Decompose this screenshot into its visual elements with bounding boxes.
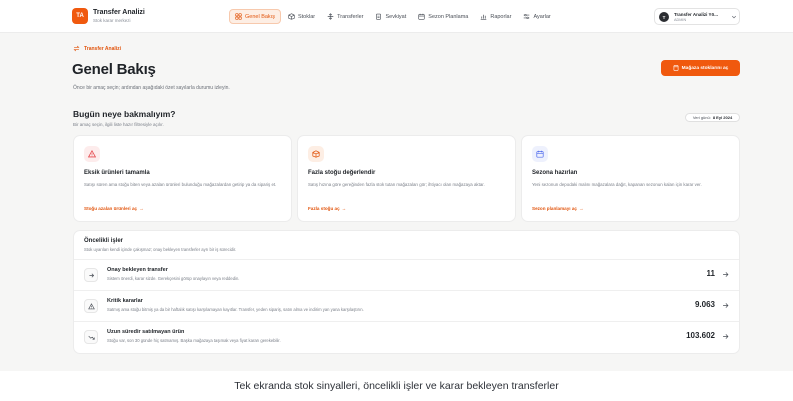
priority-row-long-unsold[interactable]: Uzun süredir satılmayan ürün Stoğu var, … bbox=[74, 321, 739, 354]
card-missing-products[interactable]: Eksik ürünleri tamamla Satışı süren ama … bbox=[73, 135, 292, 222]
card-title: Fazla stoğu değerlendir bbox=[308, 170, 376, 176]
breadcrumb: Transfer Analizi bbox=[73, 45, 121, 52]
arrow-right-icon: → bbox=[578, 206, 584, 211]
clipboard-icon bbox=[376, 13, 382, 20]
main-nav: Genel Bakış Stoklar Transferler Sevkiyat… bbox=[229, 9, 556, 24]
breadcrumb-label: Transfer Analizi bbox=[84, 45, 122, 52]
nav-label: Sezon Planlama bbox=[428, 13, 469, 20]
card-link-label: Fazla stoğu aç bbox=[308, 206, 340, 211]
nav-item-transferler[interactable]: Transferler bbox=[322, 9, 368, 24]
avatar: T bbox=[659, 12, 669, 22]
arrow-right-icon bbox=[723, 334, 729, 339]
row-icon-wrap bbox=[84, 268, 98, 282]
arrow-right-icon bbox=[723, 303, 729, 308]
card-description: Satış hızına göre gereğinden fazla stok … bbox=[308, 182, 485, 187]
priority-row-pending-transfer[interactable]: Onay bekleyen transfer Sistem önerdi, ka… bbox=[74, 259, 739, 290]
intent-title: Bugün neye bakmalıyım? bbox=[73, 109, 176, 119]
nav-item-sezon-planlama[interactable]: Sezon Planlama bbox=[413, 9, 473, 24]
top-bar: TA Transfer Analizi Stok karar merkezi G… bbox=[0, 0, 793, 33]
nav-label: Stoklar bbox=[297, 13, 316, 20]
nav-item-raporlar[interactable]: Raporlar bbox=[475, 9, 516, 24]
nav-label: Raporlar bbox=[490, 13, 512, 20]
date-label: Veri günü: bbox=[692, 115, 711, 120]
card-title: Sezona hazırlan bbox=[532, 170, 578, 176]
priority-title: Öncelikli işler bbox=[84, 238, 124, 244]
nav-item-ayarlar[interactable]: Ayarlar bbox=[518, 9, 555, 24]
page-title: Genel Bakış bbox=[72, 61, 156, 78]
nav-item-genel-bakis[interactable]: Genel Bakış bbox=[229, 9, 281, 24]
chevron-down-icon bbox=[731, 15, 737, 19]
nav-label: Ayarlar bbox=[533, 13, 551, 20]
row-count: 103.602 bbox=[686, 331, 715, 340]
app-name: Transfer Analizi bbox=[93, 9, 145, 16]
row-title: Onay bekleyen transfer bbox=[107, 267, 168, 273]
warning-icon bbox=[88, 150, 96, 158]
user-name: Transfer Analizi Yö... bbox=[674, 12, 719, 17]
app-screenshot: TA Transfer Analizi Stok karar merkezi G… bbox=[0, 0, 793, 371]
button-label: Mağaza stoklarını aç bbox=[681, 65, 729, 71]
intent-subtitle: Bir amaç seçin, ilgili liste hazır filtr… bbox=[73, 122, 164, 127]
row-icon-wrap bbox=[84, 299, 98, 313]
date-value: 8 Eyl 2024 bbox=[712, 115, 733, 120]
nav-label: Genel Bakış bbox=[245, 13, 275, 20]
open-store-stock-button[interactable]: Mağaza stoklarını aç bbox=[661, 60, 740, 76]
swap-icon bbox=[73, 45, 80, 52]
row-description: Satmış ama stoğu bitmiş ya da bir haftal… bbox=[107, 307, 364, 312]
card-season-prep[interactable]: Sezona hazırlan Yeni sezonun depodaki ma… bbox=[521, 135, 740, 222]
priority-subtitle: Stok uyarıları kendi içinde çakışmaz; on… bbox=[84, 247, 237, 252]
row-title: Kritik kararlar bbox=[107, 298, 143, 304]
card-link-label: Sezon planlamayı aç bbox=[532, 206, 577, 211]
row-count: 11 bbox=[706, 269, 715, 278]
calendar-icon bbox=[418, 13, 425, 20]
row-title: Uzun süredir satılmayan ürün bbox=[107, 329, 185, 335]
box-icon bbox=[288, 13, 295, 20]
card-icon-wrap bbox=[308, 146, 324, 162]
card-excess-stock[interactable]: Fazla stoğu değerlendir Satış hızına gör… bbox=[297, 135, 516, 222]
nav-label: Sevkiyat bbox=[385, 13, 407, 20]
priority-tasks-panel: Öncelikli işler Stok uyarıları kendi içi… bbox=[73, 230, 740, 354]
trend-down-icon bbox=[87, 335, 95, 340]
row-description: Stoğu var, son 30 günde hiç satmamış. Ba… bbox=[107, 338, 281, 343]
store-icon bbox=[673, 65, 679, 71]
card-description: Yeni sezonun depodaki malını mağazalara … bbox=[532, 182, 702, 187]
page-description: Önce bir amaç seçin; ardından aşağıdaki … bbox=[73, 85, 230, 91]
data-date-badge: Veri günü: 8 Eyl 2024 bbox=[685, 113, 740, 122]
card-link[interactable]: Sezon planlamayı aç → bbox=[532, 206, 584, 211]
row-count: 9.063 bbox=[694, 300, 715, 309]
grid-icon bbox=[235, 13, 242, 20]
card-link-label: Stoğu azalan ürünleri aç bbox=[84, 206, 138, 211]
arrow-right-icon bbox=[723, 272, 729, 277]
package-icon bbox=[312, 150, 320, 158]
arrow-right-icon: → bbox=[139, 206, 144, 211]
nav-item-sevkiyat[interactable]: Sevkiyat bbox=[370, 9, 411, 24]
calendar-icon bbox=[536, 150, 544, 158]
row-description: Sistem önerdi, karar sizde. Gerekçesini … bbox=[107, 276, 240, 281]
bar-chart-icon bbox=[481, 14, 487, 20]
screenshot-caption: Tek ekranda stok sinyalleri, öncelikli i… bbox=[234, 380, 559, 392]
arrows-icon bbox=[327, 13, 334, 20]
card-icon-wrap bbox=[532, 146, 548, 162]
sliders-icon bbox=[524, 13, 530, 20]
priority-row-critical-decisions[interactable]: Kritik kararlar Satmış ama stoğu bitmiş … bbox=[74, 290, 739, 321]
card-title: Eksik ürünleri tamamla bbox=[84, 170, 150, 176]
nav-item-stoklar[interactable]: Stoklar bbox=[283, 9, 320, 24]
alert-triangle-icon bbox=[87, 302, 95, 309]
card-description: Satışı süren ama stoğu biten veya azalan… bbox=[84, 182, 277, 187]
user-menu[interactable]: T Transfer Analizi Yö... ADMIN bbox=[654, 8, 740, 25]
card-link[interactable]: Fazla stoğu aç → bbox=[308, 206, 346, 211]
card-icon-wrap bbox=[84, 146, 100, 162]
row-icon-wrap bbox=[84, 330, 98, 344]
arrow-right-icon bbox=[88, 273, 94, 277]
app-logo[interactable]: TA bbox=[72, 8, 88, 24]
app-subtitle: Stok karar merkezi bbox=[93, 18, 131, 23]
nav-label: Transferler bbox=[337, 13, 364, 20]
arrow-right-icon: → bbox=[341, 206, 347, 211]
card-link[interactable]: Stoğu azalan ürünleri aç → bbox=[84, 206, 144, 211]
user-role: ADMIN bbox=[674, 18, 687, 22]
